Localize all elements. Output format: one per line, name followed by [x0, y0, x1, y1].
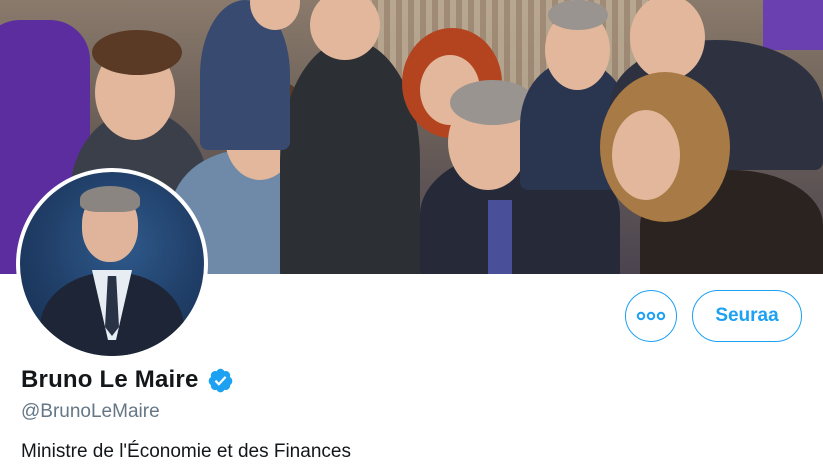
profile-handle: @BrunoLeMaire [21, 401, 160, 422]
verified-badge-icon [208, 368, 232, 392]
profile-name-row: Bruno Le Maire [21, 366, 234, 394]
profile-bio: Ministre de l'Économie et des Finances [21, 441, 351, 462]
profile-avatar[interactable] [16, 168, 208, 360]
follow-button-label: Seuraa [715, 305, 779, 326]
follow-button[interactable]: Seuraa [692, 290, 802, 342]
display-name: Bruno Le Maire [21, 366, 199, 393]
ellipsis-icon [636, 311, 666, 321]
profile-page: Seuraa Bruno Le Maire @BrunoLeMaire Mini… [0, 0, 823, 473]
avatar-photo [20, 172, 204, 356]
more-options-button[interactable] [625, 290, 677, 342]
